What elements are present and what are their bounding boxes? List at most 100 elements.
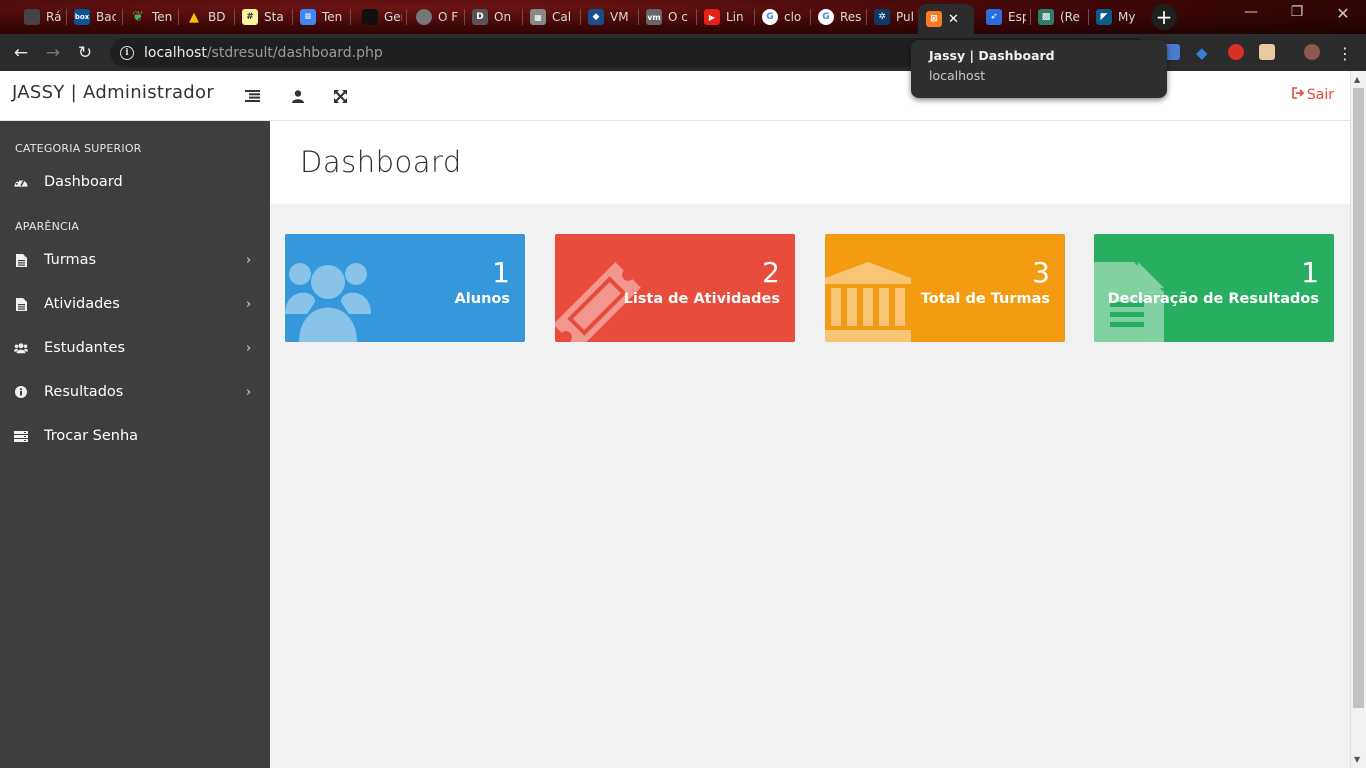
youtube-favicon-icon: ▶ (704, 9, 720, 25)
tooltip-title: Jassy | Dashboard (929, 48, 1055, 63)
tab-title: clo (784, 10, 802, 24)
menu-toggle-icon[interactable] (244, 88, 260, 104)
tab-favicon-icon: ◆ (588, 9, 604, 25)
tab-title: Cal (552, 10, 572, 24)
browser-tab[interactable]: G Res (812, 6, 864, 28)
file-icon (14, 253, 28, 267)
browser-tab[interactable]: O F (410, 6, 460, 28)
browser-tab[interactable]: ❦ Ten (124, 6, 174, 28)
sidebar-item-label: Turmas (44, 252, 97, 268)
stat-count: 1 (492, 256, 510, 289)
tab-title: My (1118, 10, 1136, 24)
site-info-icon[interactable]: i (120, 45, 134, 60)
minimize-button[interactable]: — (1236, 4, 1266, 20)
tab-favicon-icon: ➶ (986, 9, 1002, 25)
browser-tab[interactable]: ➶ Esp (980, 6, 1026, 28)
browser-tab[interactable]: ▩ (Re (1032, 6, 1084, 28)
docs-favicon-icon: ≡ (300, 9, 316, 25)
browser-menu-icon[interactable]: ⋮ (1332, 41, 1358, 65)
dashboard-icon (14, 175, 28, 189)
extension-icon[interactable]: ◆ (1196, 44, 1212, 62)
chevron-right-icon: › (246, 296, 252, 312)
browser-tab[interactable]: ≡ Ten (294, 6, 346, 28)
url-text[interactable]: localhost/stdresult/dashboard.php (144, 45, 383, 61)
stat-label: Total de Turmas (920, 291, 1050, 307)
file-icon (14, 297, 28, 311)
tab-favicon-icon: ❦ (132, 9, 144, 25)
tab-favicon-icon: # (242, 9, 258, 25)
stat-label: Lista de Atividades (623, 291, 780, 307)
stat-card-resultados[interactable]: 1 Declaração de Resultados (1094, 234, 1334, 342)
forward-arrow-icon[interactable]: → (40, 41, 66, 65)
tab-title: BD (208, 10, 226, 24)
browser-tab[interactable]: Rác (18, 6, 62, 28)
profile-avatar[interactable] (1304, 44, 1320, 60)
sidebar-item-label: Trocar Senha (44, 428, 139, 444)
stat-count: 2 (762, 256, 780, 289)
tab-favicon-icon: ▦ (530, 9, 546, 25)
logout-button[interactable]: Sair (1292, 87, 1334, 103)
tab-title: Lin (726, 10, 744, 24)
tab-title: Ten (322, 10, 343, 24)
tab-tooltip: Jassy | Dashboard localhost (911, 40, 1167, 98)
browser-tab[interactable]: ◤ My (1090, 6, 1140, 28)
window-close-button[interactable]: ✕ (1328, 4, 1358, 23)
stat-card-alunos[interactable]: 1 Alunos (285, 234, 525, 342)
sidebar-category-label: APARÊNCIA (15, 220, 80, 233)
sidebar-item-atividades[interactable]: Atividades › (0, 286, 270, 322)
tab-favicon-icon: ✲ (874, 9, 890, 25)
logout-label: Sair (1306, 87, 1334, 103)
user-icon[interactable] (290, 88, 306, 104)
sidebar-item-turmas[interactable]: Turmas › (0, 242, 270, 278)
globe-favicon-icon (416, 9, 432, 25)
browser-tab[interactable]: # Sta (236, 6, 288, 28)
browser-tab-active[interactable]: ⊠ ✕ (918, 4, 974, 34)
scroll-down-arrow-icon[interactable]: ▼ (1354, 755, 1360, 764)
sidebar-item-label: Atividades (44, 296, 120, 312)
extension-icon[interactable] (1259, 44, 1275, 60)
tab-favicon-icon: D (472, 9, 488, 25)
stat-label: Declaração de Resultados (1107, 291, 1319, 307)
tab-close-icon[interactable]: ✕ (948, 12, 959, 27)
scroll-thumb[interactable] (1353, 88, 1364, 708)
browser-tab[interactable]: box Bac (68, 6, 116, 28)
tab-title: O c (668, 10, 688, 24)
back-arrow-icon[interactable]: ← (8, 41, 34, 65)
users-icon (285, 263, 371, 342)
sidebar-item-estudantes[interactable]: Estudantes › (0, 330, 270, 366)
browser-tab[interactable]: vm O c (640, 6, 692, 28)
fullscreen-icon[interactable] (332, 88, 348, 104)
google-favicon-icon: G (762, 9, 778, 25)
stat-card-turmas[interactable]: 3 Total de Turmas (825, 234, 1065, 342)
browser-tab[interactable]: ▶ Lin (698, 6, 750, 28)
sidebar-item-trocar-senha[interactable]: Trocar Senha (0, 418, 270, 454)
page-scrollbar[interactable]: ▲ ▼ (1350, 71, 1366, 768)
page-title: Dashboard (300, 145, 462, 179)
reload-icon[interactable]: ↻ (72, 41, 98, 65)
sidebar-item-resultados[interactable]: Resultados › (0, 374, 270, 410)
browser-tab[interactable]: G clo (756, 6, 808, 28)
sidebar-item-label: Dashboard (44, 174, 123, 190)
chevron-right-icon: › (246, 340, 252, 356)
tab-favicon-icon: ▩ (1038, 9, 1054, 25)
tab-title: Ten (152, 10, 173, 24)
browser-tab[interactable]: ◆ VM (582, 6, 634, 28)
browser-tab-strip: Rác box Bac ❦ Ten ▲ BD # Sta ≡ Ten Ger O… (0, 0, 1366, 34)
tab-title: Bac (96, 10, 116, 24)
drive-favicon-icon: ▲ (189, 9, 199, 25)
stat-card-atividades[interactable]: 2 Lista de Atividades (555, 234, 795, 342)
sidebar-item-dashboard[interactable]: Dashboard (0, 164, 270, 200)
tab-favicon-icon (362, 9, 378, 25)
extension-icon[interactable] (1228, 44, 1244, 60)
browser-tab[interactable]: ▲ BD (180, 6, 230, 28)
browser-tab[interactable]: Ger (356, 6, 402, 28)
sign-out-icon (1292, 87, 1305, 103)
scroll-up-arrow-icon[interactable]: ▲ (1354, 75, 1360, 84)
browser-tab[interactable]: ▦ Cal (524, 6, 576, 28)
tab-favicon-icon: vm (646, 9, 662, 25)
new-tab-button[interactable]: + (1151, 4, 1177, 30)
browser-tab[interactable]: ✲ Pul (868, 6, 918, 28)
tab-title: O F (438, 10, 459, 24)
restore-button[interactable]: ❐ (1282, 4, 1312, 20)
browser-tab[interactable]: D On (466, 6, 518, 28)
